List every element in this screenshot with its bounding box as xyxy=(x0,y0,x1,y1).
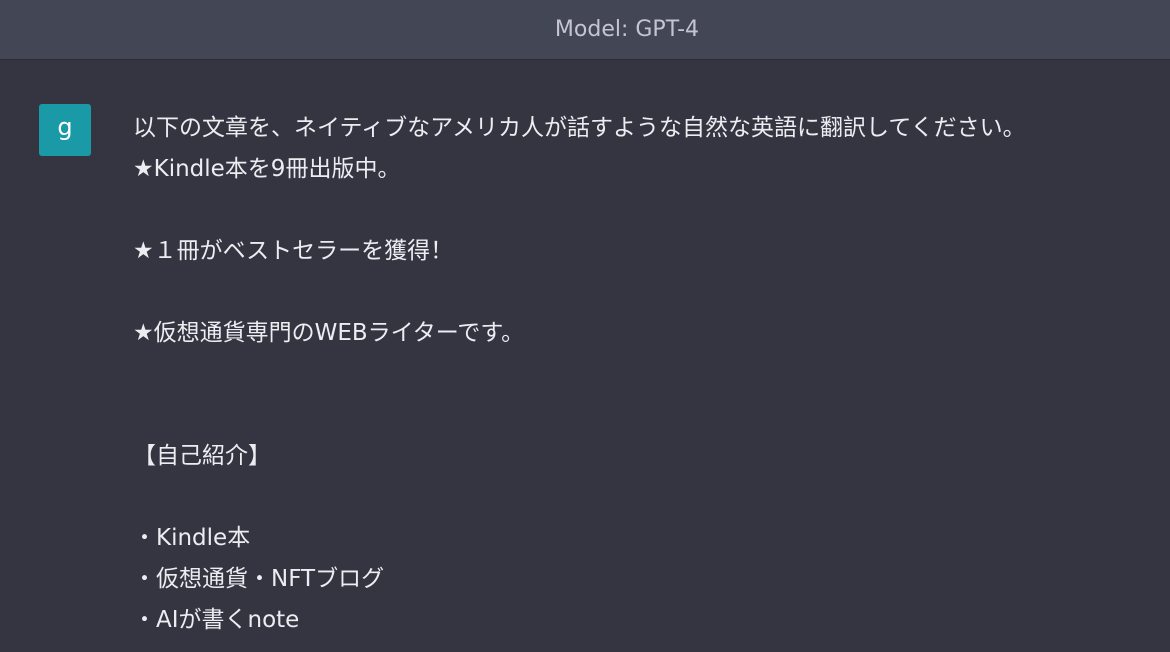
message-line: ・AIが書くnote xyxy=(133,607,300,633)
message-line: ★Kindle本を9冊出版中。 xyxy=(133,156,401,182)
user-message: 以下の文章を、ネイティブなアメリカ人が話すような自然な英語に翻訳してください。 … xyxy=(133,108,1143,641)
message-line: ★仮想通貨専門のWEBライターです。 xyxy=(133,320,525,346)
user-avatar: g xyxy=(39,104,91,156)
model-header-bar: Model: GPT-4 xyxy=(0,0,1170,60)
message-line: 以下の文章を、ネイティブなアメリカ人が話すような自然な英語に翻訳してください。 xyxy=(133,115,1026,141)
message-line: ★１冊がベストセラーを獲得！ xyxy=(133,238,454,264)
model-label: Model: GPT-4 xyxy=(554,17,700,42)
message-line: ・仮想通貨・NFTブログ xyxy=(133,566,385,592)
message-line: ・Kindle本 xyxy=(133,525,251,551)
message-line: 【自己紹介】 xyxy=(133,443,271,469)
